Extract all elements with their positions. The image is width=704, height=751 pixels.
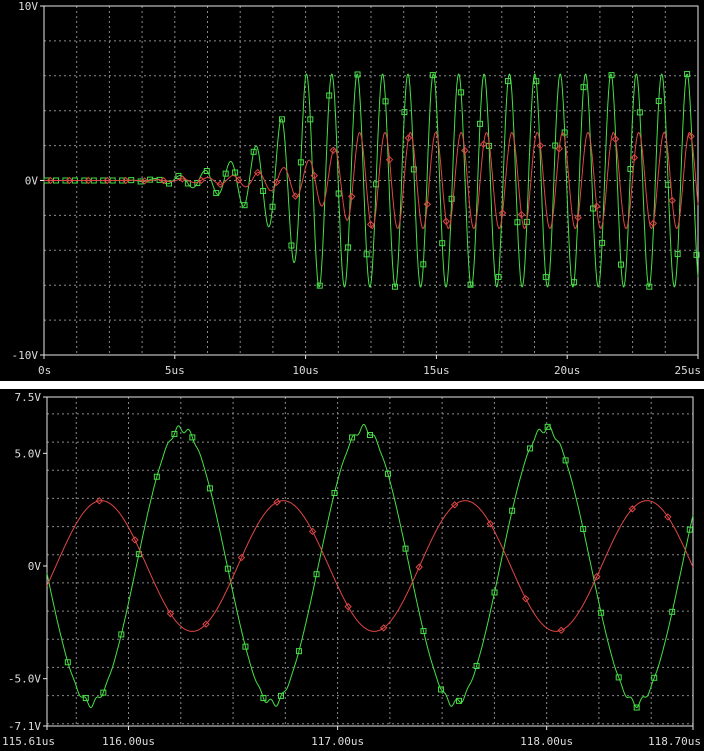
bottom-x-tick-label: 115.61us [2, 735, 55, 748]
top-plot: 0s 5us 10us 15us 20us 25us 10V 0V -10V [12, 0, 702, 377]
top-y-tick-label: 10V [18, 0, 38, 13]
top-x-tick-label: 5us [165, 364, 185, 377]
bottom-axis-labels: 115.61us 116.00us 117.00us 118.00us 118.70us… [2, 391, 701, 748]
bottom-plot-frame [46, 396, 694, 727]
bottom-x-tick-label: 118.70us [648, 735, 701, 748]
bottom-series-green-line [46, 424, 694, 709]
top-plot-panel: 0s 5us 10us 15us 20us 25us 10V 0V -10V [0, 0, 704, 381]
bottom-x-tick-label: 116.00us [102, 735, 155, 748]
top-y-tick-label: 0V [25, 175, 39, 188]
top-y-tick-label: -10V [12, 349, 39, 362]
bottom-y-tick-label: -7.1V [8, 720, 41, 733]
bottom-y-tick-label: 0V [28, 560, 42, 573]
top-x-tick-label: 10us [292, 364, 319, 377]
top-x-tick-label: 20us [554, 364, 581, 377]
bottom-y-tick-label: 7.5V [15, 391, 42, 404]
bottom-series-red-line [46, 500, 694, 632]
top-x-tick-label: 25us [675, 364, 702, 377]
bottom-grid [46, 396, 694, 727]
bottom-plot: 115.61us 116.00us 117.00us 118.00us 118.70us… [2, 391, 701, 748]
bottom-y-tick-label: -5.0V [8, 673, 41, 686]
bottom-plot-panel: 115.61us 116.00us 117.00us 118.00us 118.70us… [0, 389, 704, 751]
top-x-tick-label: 0s [38, 364, 51, 377]
top-x-tick-label: 15us [423, 364, 450, 377]
bottom-y-tick-label: 5.0V [15, 447, 42, 460]
bottom-x-tick-label: 117.00us [311, 735, 364, 748]
bottom-x-tick-label: 118.00us [520, 735, 573, 748]
